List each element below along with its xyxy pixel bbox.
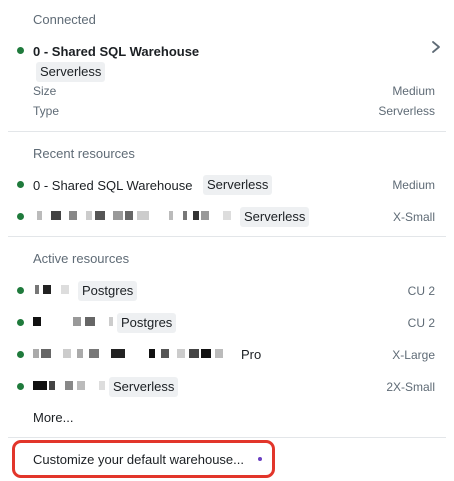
size-value: Medium	[392, 84, 435, 98]
type-key: Type	[33, 104, 60, 118]
recent-item-name: 0 - Shared SQL Warehouse	[33, 178, 193, 193]
redacted-name	[33, 349, 233, 358]
active-header: Active resources	[33, 251, 130, 266]
recent-item-size: X-Small	[392, 210, 435, 224]
divider	[8, 437, 446, 438]
active-item-tag: Serverless	[109, 377, 179, 397]
status-dot-icon	[17, 319, 24, 326]
active-item-size: CU 2	[407, 284, 435, 298]
more-link[interactable]: More...	[33, 410, 73, 425]
customize-default-warehouse-link[interactable]: Customize your default warehouse...	[33, 452, 244, 467]
redacted-name	[33, 381, 108, 390]
active-item-size: X-Large	[392, 348, 435, 362]
divider	[8, 236, 446, 237]
recent-item-size: Medium	[392, 178, 435, 192]
active-item-tag: Postgres	[117, 313, 177, 333]
chevron-right-icon[interactable]	[430, 40, 442, 54]
redacted-name	[33, 211, 238, 220]
connected-warehouse-name: 0 - Shared SQL Warehouse	[33, 44, 200, 59]
redacted-name	[33, 317, 113, 326]
active-item-tag: Pro	[237, 345, 266, 365]
active-item-tag: Postgres	[78, 281, 138, 301]
status-dot-icon	[17, 181, 24, 188]
connected-header: Connected	[33, 12, 96, 27]
connected-warehouse-tag: Serverless	[36, 62, 106, 82]
warehouse-picker-panel: Connected 0 - Shared SQL Warehouse Serve…	[8, 0, 446, 481]
recent-item-tag: Serverless	[240, 207, 310, 227]
recent-header: Recent resources	[33, 146, 135, 161]
active-item-size: CU 2	[407, 316, 435, 330]
status-dot-icon	[17, 383, 24, 390]
status-dot-icon	[17, 287, 24, 294]
size-key: Size	[33, 84, 57, 98]
divider	[8, 131, 446, 132]
status-dot-icon	[17, 351, 24, 358]
type-value: Serverless	[378, 104, 435, 118]
new-indicator-dot	[258, 457, 262, 461]
active-item-size: 2X-Small	[386, 380, 435, 394]
status-dot-icon	[17, 47, 24, 54]
status-dot-icon	[17, 213, 24, 220]
recent-item-tag: Serverless	[203, 175, 273, 195]
redacted-name	[33, 285, 78, 294]
